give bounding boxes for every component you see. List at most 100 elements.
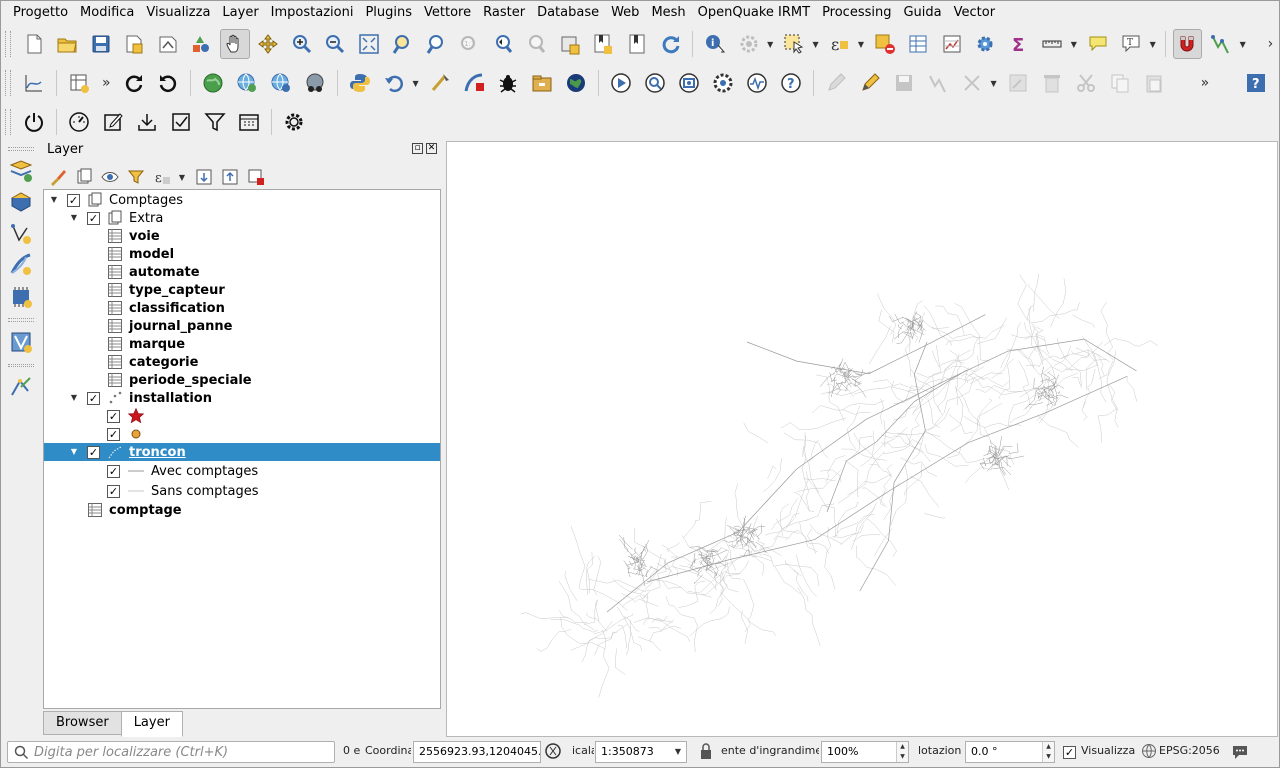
filter-expression-icon[interactable]: ε xyxy=(151,166,173,188)
statistics-icon[interactable] xyxy=(937,29,967,59)
power-icon[interactable] xyxy=(19,107,49,137)
add-feature-icon[interactable] xyxy=(923,68,953,98)
chevron-down-icon[interactable]: ▼ xyxy=(811,29,821,59)
monitor-icon[interactable] xyxy=(742,68,772,98)
zoom-in-icon[interactable] xyxy=(287,29,317,59)
menu-vettore[interactable]: Vettore xyxy=(418,2,477,24)
menu-mesh[interactable]: Mesh xyxy=(645,2,691,24)
crs-globe-icon[interactable] xyxy=(1141,743,1157,759)
tree-row-symbol-star[interactable]: ✓ xyxy=(44,407,440,425)
tree-row-periode-speciale[interactable]: periode_speciale xyxy=(44,371,440,389)
scale-combo[interactable]: 1:350873 ▼ xyxy=(595,741,687,763)
add-wcs-icon[interactable] xyxy=(266,68,296,98)
gear-icon[interactable] xyxy=(279,107,309,137)
zoom-full-icon[interactable] xyxy=(354,29,384,59)
remove-layer-icon[interactable] xyxy=(245,166,267,188)
close-icon[interactable]: ✕ xyxy=(426,143,437,154)
layer-checkbox[interactable]: ✓ xyxy=(87,445,100,459)
coordinate-field[interactable]: 2556923.93,1204045.52 xyxy=(413,741,541,763)
map-canvas[interactable] xyxy=(446,141,1278,737)
zoom-out-icon[interactable] xyxy=(321,29,351,59)
tree-row-voie[interactable]: voie xyxy=(44,227,440,245)
raster-layer-icon[interactable] xyxy=(6,283,36,311)
attribute-table-icon[interactable] xyxy=(903,29,933,59)
menu-layer[interactable]: Layer xyxy=(216,2,264,24)
tree-row-symbol-circle[interactable]: ✓ xyxy=(44,425,440,443)
download-icon[interactable] xyxy=(132,107,162,137)
chevron-down-icon[interactable]: ▼ xyxy=(989,68,999,98)
symbol-checkbox[interactable]: ✓ xyxy=(107,464,120,478)
chevron-down-icon[interactable]: ▼ xyxy=(1069,29,1079,59)
toolbar-grip[interactable] xyxy=(5,70,11,96)
visibility-icon[interactable] xyxy=(99,166,121,188)
chevron-down-icon[interactable]: ▼ xyxy=(670,742,686,762)
save-edits-icon[interactable] xyxy=(889,68,919,98)
tree-row-marque[interactable]: marque xyxy=(44,335,440,353)
menu-vector[interactable]: Vector xyxy=(948,2,1001,24)
new-project-icon[interactable] xyxy=(19,29,49,59)
filter-icon[interactable] xyxy=(200,107,230,137)
show-bookmarks-icon[interactable] xyxy=(622,29,652,59)
refresh-icon[interactable] xyxy=(656,29,686,59)
help-icon[interactable]: ? xyxy=(1241,68,1271,98)
debug-icon[interactable] xyxy=(493,68,523,98)
lock-icon[interactable] xyxy=(699,742,713,760)
toolbar-more-icon[interactable]: » xyxy=(1201,75,1210,91)
tree-row-comptage[interactable]: comptage xyxy=(44,501,440,519)
python-icon[interactable] xyxy=(345,68,375,98)
text-annotation-icon[interactable]: T xyxy=(1116,29,1146,59)
snapping-icon[interactable] xyxy=(1172,29,1203,59)
rotation-field[interactable]: 0.0 ° ▲ ▼ xyxy=(965,741,1055,763)
run-action-icon[interactable] xyxy=(734,29,764,59)
undo-icon[interactable] xyxy=(379,68,409,98)
menu-modifica[interactable]: Modifica xyxy=(74,2,140,24)
new-point-layer-icon[interactable] xyxy=(6,220,36,248)
add-vector-layer-icon[interactable] xyxy=(6,188,36,216)
magnifier-field[interactable]: 100% ▲ ▼ xyxy=(821,741,909,763)
tree-row-type-capteur[interactable]: type_capteur xyxy=(44,281,440,299)
zoom-native-icon[interactable]: 1:1 xyxy=(455,29,485,59)
expand-arrow-icon[interactable]: ▼ xyxy=(69,393,79,403)
select-features-icon[interactable] xyxy=(779,29,809,59)
render-checkbox[interactable]: ✓ xyxy=(1063,746,1076,759)
tab-layer[interactable]: Layer xyxy=(120,711,183,737)
georeferencer-icon[interactable] xyxy=(425,68,455,98)
float-icon[interactable]: ▫ xyxy=(412,143,423,154)
symbol-checkbox[interactable]: ✓ xyxy=(107,409,120,423)
print-layout-icon[interactable] xyxy=(153,29,183,59)
expand-arrow-icon[interactable]: ▼ xyxy=(69,213,79,223)
edit-icon[interactable] xyxy=(821,68,851,98)
toolbar-grip[interactable] xyxy=(5,31,11,57)
locator-search[interactable]: Digita per localizzare (Ctrl+K) xyxy=(7,741,335,763)
tree-row-extra[interactable]: ▼ ✓ Extra xyxy=(44,209,440,227)
menu-progetto[interactable]: Progetto xyxy=(7,2,74,24)
chevron-down-icon[interactable]: ▼ xyxy=(765,29,775,59)
globe-icon[interactable] xyxy=(198,68,228,98)
toolbar-grip[interactable] xyxy=(8,147,34,151)
chevron-down-icon[interactable]: ▼ xyxy=(856,29,866,59)
tree-row-classification[interactable]: classification xyxy=(44,299,440,317)
reload-icon[interactable] xyxy=(119,68,149,98)
chevron-down-icon[interactable]: ▼ xyxy=(1148,29,1158,59)
zoom-last-icon[interactable] xyxy=(488,29,518,59)
toolbar-more-icon[interactable]: › xyxy=(1268,36,1274,52)
menu-database[interactable]: Database xyxy=(531,2,605,24)
add-wfs-icon[interactable] xyxy=(300,68,330,98)
zoom-to-selection-icon[interactable] xyxy=(388,29,418,59)
pan-to-selection-icon[interactable] xyxy=(254,29,284,59)
messages-icon[interactable] xyxy=(1231,743,1249,761)
vertex-tool-icon[interactable] xyxy=(957,68,987,98)
tree-row-comptages[interactable]: ▼ ✓ Comptages xyxy=(44,191,440,209)
copy-icon[interactable] xyxy=(1105,68,1135,98)
tab-browser[interactable]: Browser xyxy=(43,711,122,735)
capture-icon[interactable] xyxy=(674,68,704,98)
style-manager-icon[interactable] xyxy=(187,29,217,59)
toggle-extents-icon[interactable] xyxy=(544,742,562,760)
zoom-to-layer-icon[interactable] xyxy=(421,29,451,59)
paste-icon[interactable] xyxy=(1139,68,1169,98)
spin-arrows-icon[interactable]: ▲ ▼ xyxy=(1042,742,1054,762)
tree-row-sans-comptages[interactable]: ✓ Sans comptages xyxy=(44,482,440,500)
edit-form-icon[interactable] xyxy=(98,107,128,137)
check-icon[interactable] xyxy=(166,107,196,137)
zoom-tool-icon[interactable] xyxy=(640,68,670,98)
